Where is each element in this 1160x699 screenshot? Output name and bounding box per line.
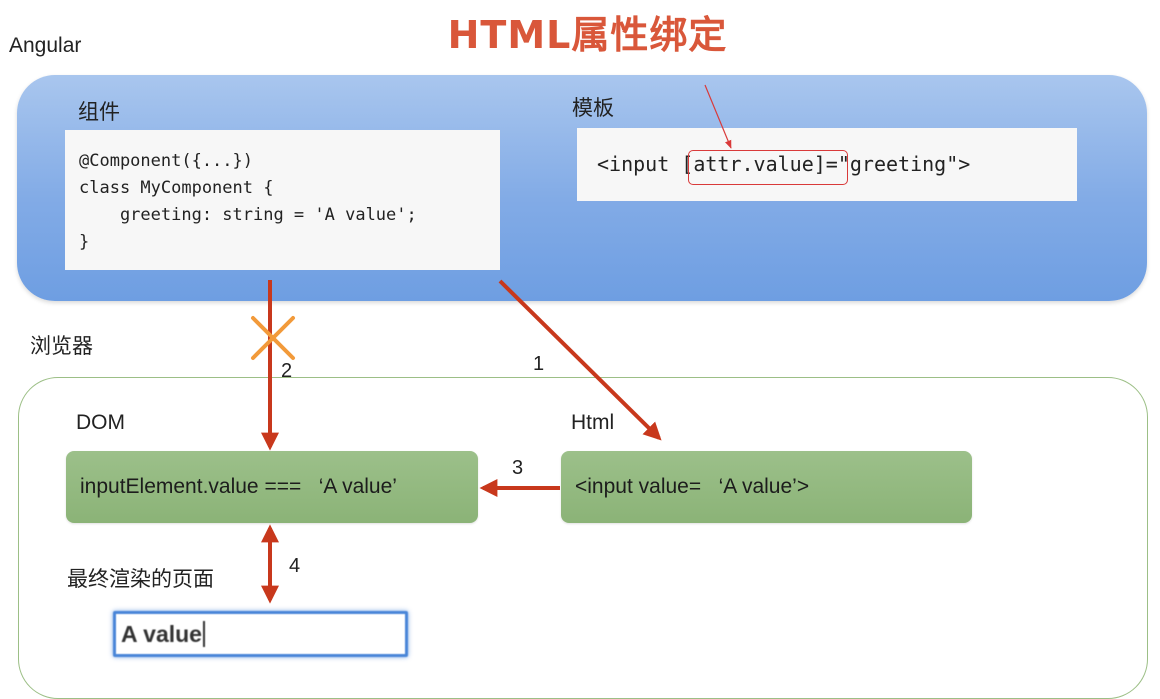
step-label-1: 1: [533, 353, 544, 375]
annotation-arrow: [704, 84, 732, 149]
arrows-layer: 1 2 3 4: [251, 84, 732, 604]
step-label-4: 4: [289, 555, 300, 577]
step-label-2: 2: [281, 360, 292, 382]
step-label-3: 3: [512, 457, 523, 479]
blocked-cross-icon: [251, 316, 295, 360]
arrow-component-to-html: [498, 279, 662, 441]
